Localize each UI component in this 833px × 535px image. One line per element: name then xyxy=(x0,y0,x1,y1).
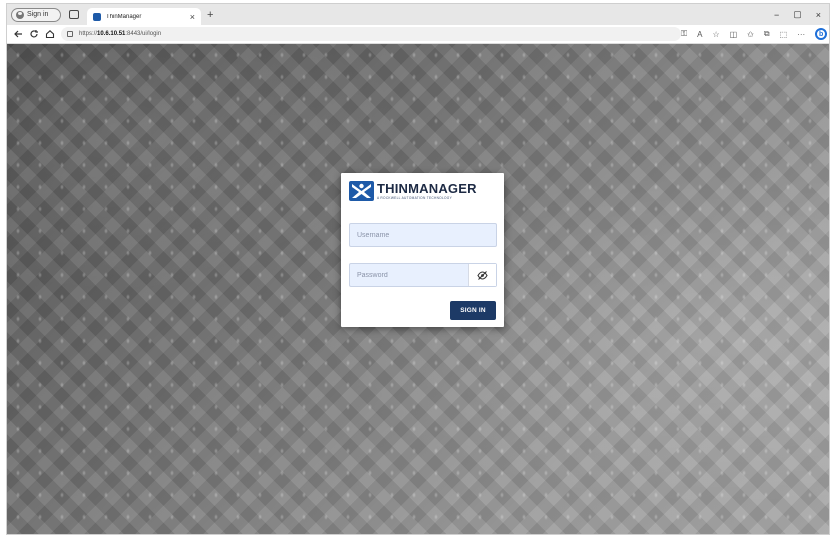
refresh-icon xyxy=(30,30,38,38)
sign-in-button[interactable]: SIGN IN xyxy=(450,301,496,320)
brand-name: THINMANAGER xyxy=(377,181,477,196)
more-menu-icon[interactable]: ··· xyxy=(797,30,805,39)
profile-label: Sign in xyxy=(27,11,49,18)
page-background: THINMANAGER A ROCKWELL AUTOMATION TECHNO… xyxy=(7,44,829,534)
browser-window: Sign in ThinManager × + − ▢ × https:// 1… xyxy=(6,3,830,535)
collections-icon[interactable]: ⧉ xyxy=(764,29,770,39)
url-scheme: https:// xyxy=(79,31,98,37)
person-icon xyxy=(16,10,24,19)
username-input[interactable] xyxy=(350,224,496,246)
window-controls: − ▢ × xyxy=(774,9,829,20)
profile-button[interactable]: Sign in xyxy=(11,7,61,22)
brand-tagline: A ROCKWELL AUTOMATION TECHNOLOGY xyxy=(377,196,453,200)
tab-title: ThinManager xyxy=(106,13,142,20)
copilot-icon[interactable]: b xyxy=(815,28,828,40)
tab-bar: Sign in ThinManager × + − ▢ × xyxy=(7,4,829,25)
eye-slash-icon xyxy=(477,270,488,280)
thinmanager-logo-icon xyxy=(349,181,374,201)
toggle-password-visibility-button[interactable] xyxy=(468,264,496,286)
login-card: THINMANAGER A ROCKWELL AUTOMATION TECHNO… xyxy=(341,173,504,327)
key-icon[interactable]: ⚿ xyxy=(681,29,687,39)
tab-close-icon[interactable]: × xyxy=(190,12,195,22)
username-field[interactable] xyxy=(349,223,497,247)
toolbar-icons: ⚿ A ☆ ◫ ✩ ⧉ ⬚ ··· b xyxy=(681,28,829,40)
favicon-icon xyxy=(93,12,101,21)
tab-thinmanager[interactable]: ThinManager × xyxy=(87,8,201,25)
close-window-button[interactable]: × xyxy=(816,10,821,20)
refresh-button[interactable] xyxy=(29,27,39,41)
password-input[interactable] xyxy=(350,264,469,286)
thinmanager-logo: THINMANAGER A ROCKWELL AUTOMATION TECHNO… xyxy=(349,181,477,201)
read-aloud-icon[interactable]: A xyxy=(697,30,702,39)
address-bar[interactable]: https:// 10.6.10.51 :8443/ui/login xyxy=(61,27,681,41)
logo-text-group: THINMANAGER A ROCKWELL AUTOMATION TECHNO… xyxy=(377,182,477,200)
home-button[interactable] xyxy=(45,27,55,41)
back-button[interactable] xyxy=(13,27,23,41)
url-host: 10.6.10.51 xyxy=(97,31,126,37)
back-arrow-icon xyxy=(14,30,22,38)
tab-actions-icon[interactable] xyxy=(69,10,79,19)
extensions-icon[interactable]: ⬚ xyxy=(780,30,788,39)
split-screen-icon[interactable]: ◫ xyxy=(730,30,738,39)
password-field[interactable] xyxy=(349,263,497,287)
home-icon xyxy=(45,30,55,39)
browser-toolbar: https:// 10.6.10.51 :8443/ui/login ⚿ A ☆… xyxy=(7,25,829,44)
lock-icon xyxy=(67,31,73,37)
favorite-star-icon[interactable]: ☆ xyxy=(712,30,719,39)
new-tab-button[interactable]: + xyxy=(207,9,213,21)
minimize-button[interactable]: − xyxy=(774,10,779,20)
maximize-button[interactable]: ▢ xyxy=(793,9,802,20)
url-path: :8443/ui/login xyxy=(125,31,162,37)
favorites-icon[interactable]: ✩ xyxy=(747,30,754,39)
